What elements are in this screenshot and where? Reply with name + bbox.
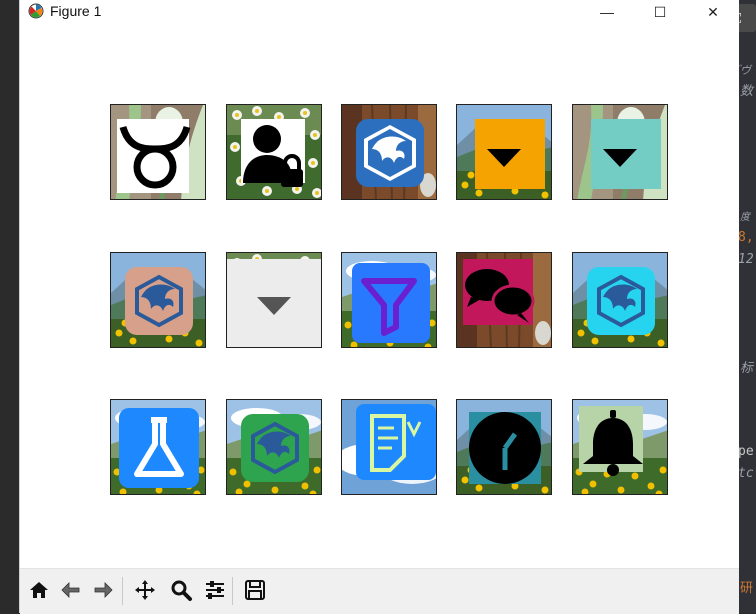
editor-text: 数 — [740, 84, 754, 99]
editor-text: ゙ヴ — [740, 64, 751, 77]
forward-button[interactable] — [88, 575, 118, 605]
image-tile — [456, 252, 552, 348]
caret-down-icon — [591, 119, 661, 189]
toolbar-separator — [122, 577, 123, 605]
image-tile — [456, 104, 552, 200]
pan-button[interactable] — [130, 575, 160, 605]
image-tile — [226, 252, 322, 348]
matplotlib-icon — [28, 3, 44, 19]
maximize-icon: ☐ — [653, 3, 667, 20]
image-tile — [226, 399, 322, 495]
figure-window: Figure 1 — ☐ ✕ — [19, 0, 739, 614]
image-tile — [341, 252, 437, 348]
zoom-button[interactable] — [166, 575, 196, 605]
editor-text: 研 — [740, 581, 754, 596]
back-button[interactable] — [56, 575, 86, 605]
image-tile — [572, 399, 668, 495]
image-tile — [572, 104, 668, 200]
magnifier-icon — [171, 580, 192, 601]
maximize-button[interactable]: ☐ — [640, 0, 680, 24]
home-button[interactable] — [24, 575, 54, 605]
eagle-icon — [125, 267, 193, 335]
close-icon: ✕ — [707, 3, 719, 20]
minimize-icon: — — [600, 4, 614, 20]
bell-icon — [579, 406, 643, 476]
image-tile — [110, 399, 206, 495]
image-tile — [110, 252, 206, 348]
toolbar-separator — [232, 577, 233, 605]
image-tile — [110, 104, 206, 200]
eagle-icon — [587, 267, 655, 335]
figure-canvas[interactable] — [20, 24, 739, 568]
taurus-icon — [117, 119, 191, 193]
image-tile — [456, 399, 552, 495]
image-tile — [341, 399, 437, 495]
move-icon — [135, 580, 155, 600]
editor-text: tc — [738, 466, 754, 481]
caret-down-icon — [227, 259, 321, 347]
window-title: Figure 1 — [50, 3, 102, 19]
caret-down-icon — [475, 119, 545, 189]
eagle-icon — [356, 119, 424, 187]
image-tile — [572, 252, 668, 348]
save-button[interactable] — [240, 575, 270, 605]
flask-icon — [119, 408, 199, 488]
editor-text: 度 — [740, 212, 750, 223]
editor-text: 标 — [740, 361, 754, 376]
chat-bubbles-icon — [463, 259, 535, 325]
signature-doc-icon — [356, 404, 436, 480]
editor-text: 12 — [738, 252, 754, 267]
image-tile — [341, 104, 437, 200]
arrow-left-icon — [61, 582, 80, 598]
user-lock-icon — [241, 119, 305, 187]
editor-text: pe — [738, 444, 754, 459]
clock-icon — [469, 412, 541, 484]
arrow-right-icon — [94, 582, 113, 598]
close-button[interactable]: ✕ — [693, 0, 733, 24]
image-tile — [226, 104, 322, 200]
title-bar: Figure 1 — ☐ ✕ — [20, 0, 739, 24]
navigation-toolbar — [20, 568, 739, 614]
eagle-icon — [241, 414, 309, 482]
floppy-icon — [245, 580, 265, 600]
editor-text: 8, — [738, 230, 754, 245]
home-icon — [30, 582, 48, 598]
sliders-icon — [206, 581, 224, 599]
minimize-button[interactable]: — — [587, 0, 627, 24]
configure-subplots-button[interactable] — [200, 575, 230, 605]
filter-icon — [352, 263, 430, 343]
